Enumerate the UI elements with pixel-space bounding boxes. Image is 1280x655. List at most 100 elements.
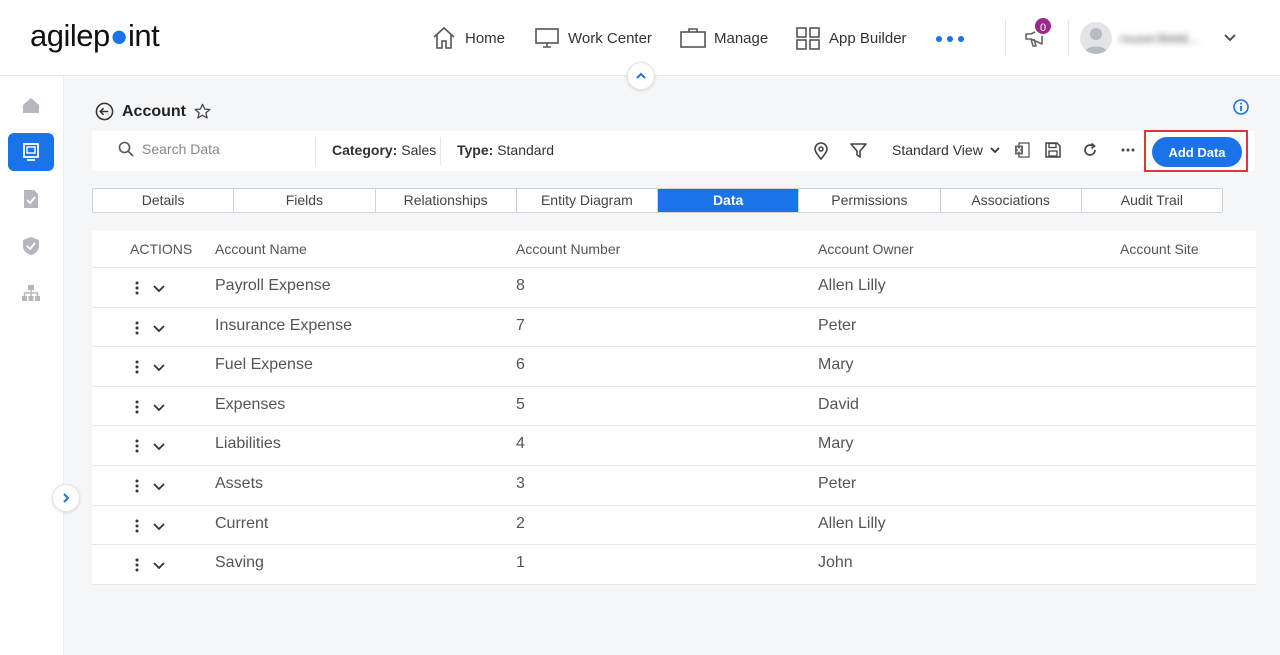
table-row: Expenses 5 David [92,387,1256,427]
table-header: ACTIONS Account Name Account Number Acco… [92,231,1256,268]
page-title-bar: Account [95,102,211,121]
cell-account-name: Current [215,514,269,532]
category-info: Category: Sales [332,142,437,158]
search-box[interactable] [118,141,302,157]
cell-account-name: Payroll Expense [215,277,331,294]
cell-account-number: 4 [516,435,525,453]
tab-entity-diagram[interactable]: Entity Diagram [517,189,658,212]
nav-home[interactable]: Home [431,22,505,54]
entity-tabs: Details Fields Relationships Entity Diag… [92,188,1223,213]
notification-badge: 0 [1033,16,1053,36]
cell-account-number: 6 [516,356,525,374]
row-expand-chevron-icon[interactable] [152,558,166,576]
cell-account-owner: Mary [818,356,854,374]
column-header[interactable]: Account Site [1120,241,1199,257]
grid-icon [796,27,820,50]
row-expand-chevron-icon[interactable] [152,439,166,457]
nav-manage[interactable]: Manage [680,22,768,54]
row-expand-chevron-icon[interactable] [152,519,166,537]
cell-account-name: Insurance Expense [215,316,352,334]
star-icon[interactable] [194,103,211,120]
nav-work-center[interactable]: Work Center [534,22,652,54]
sidebar-org-chart[interactable] [8,274,54,312]
left-sidebar [0,76,64,655]
hierarchy-icon [22,285,40,301]
excel-export-icon[interactable] [1014,142,1030,163]
location-pin-icon[interactable] [813,142,829,165]
nav-home-label: Home [465,29,506,47]
search-input[interactable] [142,141,302,157]
table-row: Fuel Expense 6 Mary [92,347,1256,387]
tab-permissions[interactable]: Permissions [799,189,941,212]
row-actions-menu-icon[interactable] [134,360,140,379]
back-arrow-icon[interactable] [95,102,114,121]
row-actions-menu-icon[interactable] [134,281,140,300]
cell-account-name: Fuel Expense [215,356,313,374]
view-selector-label: Standard View [892,142,983,158]
chevron-down-icon [990,147,1000,154]
nav-app-builder[interactable]: App Builder [795,22,907,54]
expand-sidebar-button[interactable] [52,484,80,512]
user-name[interactable]: rsuser3bldd... [1120,31,1199,46]
column-header[interactable]: Account Name [215,241,307,257]
table-row: Payroll Expense 8 Allen Lilly [92,268,1256,308]
monitor-icon [23,143,39,161]
tab-fields[interactable]: Fields [234,189,376,212]
cell-account-name: Assets [215,474,264,492]
info-icon[interactable] [1233,99,1249,120]
more-nav-icon[interactable] [936,36,964,42]
row-actions-menu-icon[interactable] [134,400,140,419]
table-row: Current 2 Allen Lilly [92,506,1256,546]
column-header[interactable]: Account Owner [818,241,914,257]
home-icon [23,98,39,113]
sidebar-security[interactable] [8,227,54,265]
briefcase-icon [680,28,706,48]
table-body: Payroll Expense 8 Allen Lilly Insurance … [92,268,1256,585]
sidebar-documents[interactable] [8,180,54,218]
collapse-header-button[interactable] [627,62,655,90]
column-header[interactable]: Account Number [516,241,620,257]
table-row: Assets 3 Peter [92,466,1256,506]
cell-account-owner: Peter [818,316,857,334]
sidebar-home[interactable] [8,86,54,124]
data-toolbar: Category: Sales Type: Standard Standard … [92,131,1255,171]
row-expand-chevron-icon[interactable] [152,400,166,418]
tab-associations[interactable]: Associations [941,189,1082,212]
tab-details[interactable]: Details [93,189,235,212]
cell-account-owner: Allen Lilly [818,514,886,532]
divider [315,137,316,165]
cell-account-owner: Peter [818,474,857,492]
row-actions-menu-icon[interactable] [134,479,140,498]
page-title: Account [122,102,186,120]
monitor-icon [535,28,559,48]
chevron-down-icon[interactable] [1222,30,1238,51]
avatar[interactable] [1080,22,1112,54]
cell-account-name: Expenses [215,395,286,413]
row-actions-menu-icon[interactable] [134,439,140,458]
tab-audit-trail[interactable]: Audit Trail [1082,189,1222,212]
view-selector[interactable]: Standard View [892,142,1001,158]
add-data-button[interactable]: Add Data [1152,137,1242,167]
row-actions-menu-icon[interactable] [134,558,140,577]
row-actions-menu-icon[interactable] [134,321,140,340]
more-options-icon[interactable] [1120,142,1136,163]
cell-account-name: Liabilities [215,435,281,453]
row-actions-menu-icon[interactable] [134,519,140,538]
cell-account-number: 8 [516,277,525,294]
table-row: Saving 1 John [92,545,1256,585]
row-expand-chevron-icon[interactable] [152,321,166,339]
refresh-icon[interactable] [1082,142,1098,163]
row-expand-chevron-icon[interactable] [152,360,166,378]
chevron-right-icon [63,493,70,503]
filter-icon[interactable] [850,142,867,164]
save-icon[interactable] [1045,142,1061,163]
table-row: Liabilities 4 Mary [92,426,1256,466]
document-check-icon [24,190,38,208]
row-expand-chevron-icon[interactable] [152,479,166,497]
tab-relationships[interactable]: Relationships [376,189,517,212]
cell-account-owner: Allen Lilly [818,277,886,294]
row-expand-chevron-icon[interactable] [152,281,166,299]
tab-data[interactable]: Data [658,189,800,212]
agilepoint-logo[interactable]: agilep●int [30,18,160,54]
sidebar-data-entities[interactable] [8,133,54,171]
